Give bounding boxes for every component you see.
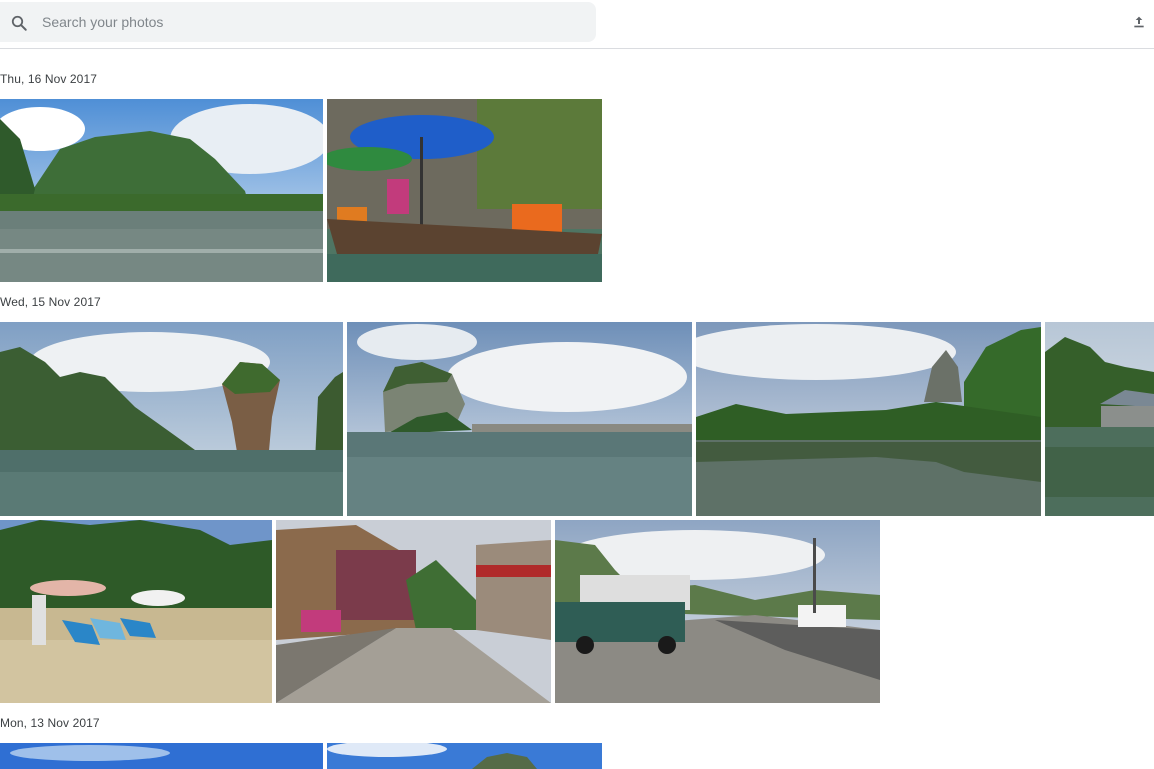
date-heading: Wed, 15 Nov 2017 <box>0 295 101 309</box>
search-box[interactable] <box>0 2 596 42</box>
date-heading: Thu, 16 Nov 2017 <box>0 72 97 86</box>
upload-icon[interactable] <box>1128 11 1150 33</box>
photo-stilt-house-river[interactable] <box>1045 322 1154 516</box>
search-icon[interactable] <box>10 14 28 32</box>
photo-sky-beach-2[interactable] <box>327 743 602 769</box>
photo-village-street[interactable] <box>276 520 551 703</box>
search-input[interactable] <box>42 2 582 42</box>
photo-limestone-rock-village[interactable] <box>347 322 692 516</box>
photo-james-bond-island[interactable] <box>0 322 343 516</box>
photo-mangrove-reflection[interactable] <box>696 322 1041 516</box>
photo-longtail-boat-umbrellas[interactable] <box>327 99 602 282</box>
top-bar <box>0 0 1154 49</box>
photo-karst-island-bay[interactable] <box>0 99 323 282</box>
date-heading: Mon, 13 Nov 2017 <box>0 716 100 730</box>
photo-beach-loungers[interactable] <box>0 520 272 703</box>
photo-songthaew-roadside[interactable] <box>555 520 880 703</box>
photo-sky-beach-1[interactable] <box>0 743 323 769</box>
